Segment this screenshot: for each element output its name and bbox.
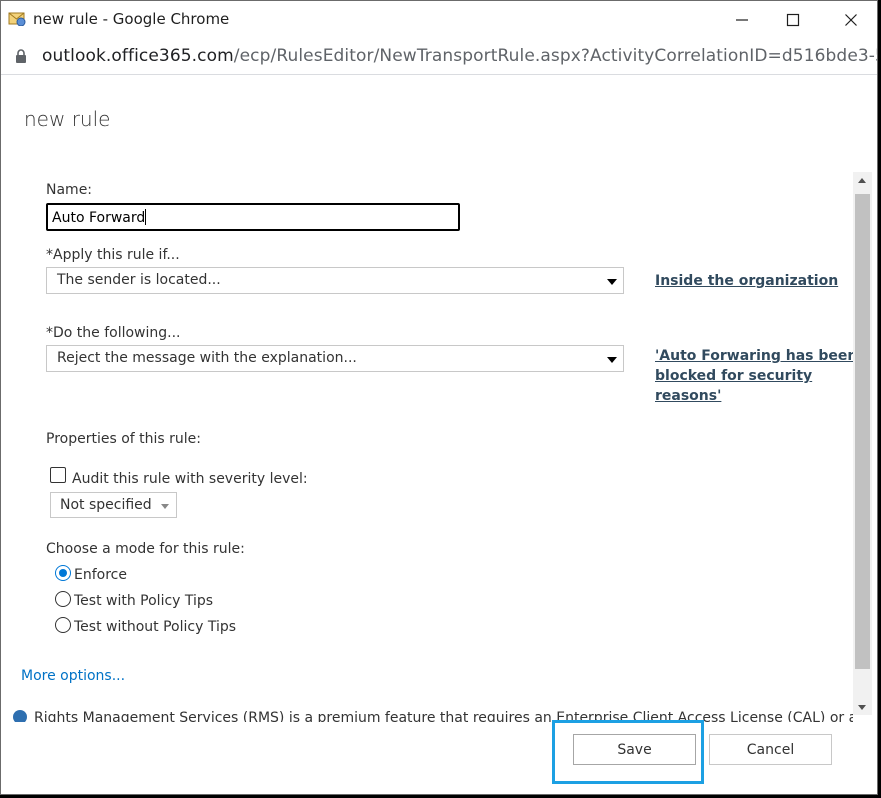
info-icon (13, 710, 27, 722)
do-following-select[interactable]: Reject the message with the explanation.… (46, 345, 624, 372)
page-title: new rule (24, 107, 111, 131)
window-title: new rule - Google Chrome (33, 10, 230, 28)
audit-checkbox[interactable] (50, 467, 66, 483)
audit-label: Audit this rule with severity level: (72, 471, 308, 487)
save-button-highlight (552, 720, 704, 784)
mode-label: Choose a mode for this rule: (46, 541, 245, 557)
properties-label: Properties of this rule: (46, 431, 201, 447)
test-with-policy-tips-radio[interactable] (55, 591, 71, 607)
url-host: outlook.office365.com (42, 46, 234, 66)
dropdown-arrow-icon (161, 504, 169, 509)
do-following-link-line2[interactable]: blocked for security (655, 368, 812, 384)
test-without-policy-tips-radio[interactable] (55, 617, 71, 633)
rms-notice: Rights Management Services (RMS) is a pr… (13, 708, 853, 722)
scroll-thumb[interactable] (855, 194, 870, 669)
name-input-value: Auto Forward (52, 210, 146, 226)
rms-notice-text: Rights Management Services (RMS) is a pr… (34, 710, 853, 722)
cancel-button[interactable]: Cancel (709, 734, 832, 765)
close-button[interactable] (837, 7, 865, 33)
do-following-select-value: Reject the message with the explanation.… (57, 350, 357, 366)
severity-select-value: Not specified (60, 497, 152, 513)
scroll-up-arrow-icon[interactable] (858, 178, 866, 183)
enforce-radio-label[interactable]: Enforce (74, 567, 127, 583)
do-following-link-line3[interactable]: reasons' (655, 388, 721, 404)
outlook-envelope-icon (8, 10, 26, 27)
more-options-link[interactable]: More options... (21, 668, 125, 684)
title-bar: new rule - Google Chrome (1, 1, 877, 39)
text-caret (145, 209, 147, 225)
dialog-footer: Save Cancel (1, 720, 877, 794)
test-with-policy-tips-label[interactable]: Test with Policy Tips (74, 593, 213, 609)
address-bar[interactable]: outlook.office365.com/ecp/RulesEditor/Ne… (1, 39, 877, 75)
minimize-button[interactable] (728, 7, 756, 33)
apply-rule-select[interactable]: The sender is located... (46, 267, 624, 294)
name-label: Name: (46, 182, 93, 198)
enforce-radio[interactable] (55, 565, 71, 581)
maximize-button[interactable] (779, 7, 807, 33)
severity-select[interactable]: Not specified (50, 492, 177, 518)
url-path: /ecp/RulesEditor/NewTransportRule.aspx?A… (233, 46, 878, 66)
do-following-link-line1[interactable]: 'Auto Forwaring has been (655, 348, 857, 364)
rule-editor-page: new rule Name: Auto Forward *Apply this … (1, 76, 877, 794)
dropdown-arrow-icon (607, 279, 617, 285)
apply-rule-label: *Apply this rule if... (46, 247, 180, 263)
browser-window: new rule - Google Chrome outlook.office3… (0, 0, 878, 795)
name-input[interactable]: Auto Forward (46, 203, 460, 231)
lock-icon[interactable] (15, 49, 27, 64)
dropdown-arrow-icon (607, 357, 617, 363)
url-text[interactable]: outlook.office365.com/ecp/RulesEditor/Ne… (42, 46, 878, 66)
test-without-policy-tips-label[interactable]: Test without Policy Tips (74, 619, 236, 635)
scroll-down-arrow-icon[interactable] (858, 705, 866, 710)
apply-rule-select-value: The sender is located... (57, 272, 221, 288)
do-following-label: *Do the following... (46, 325, 181, 341)
apply-rule-value-link[interactable]: Inside the organization (655, 273, 838, 289)
vertical-scrollbar[interactable] (853, 172, 872, 715)
